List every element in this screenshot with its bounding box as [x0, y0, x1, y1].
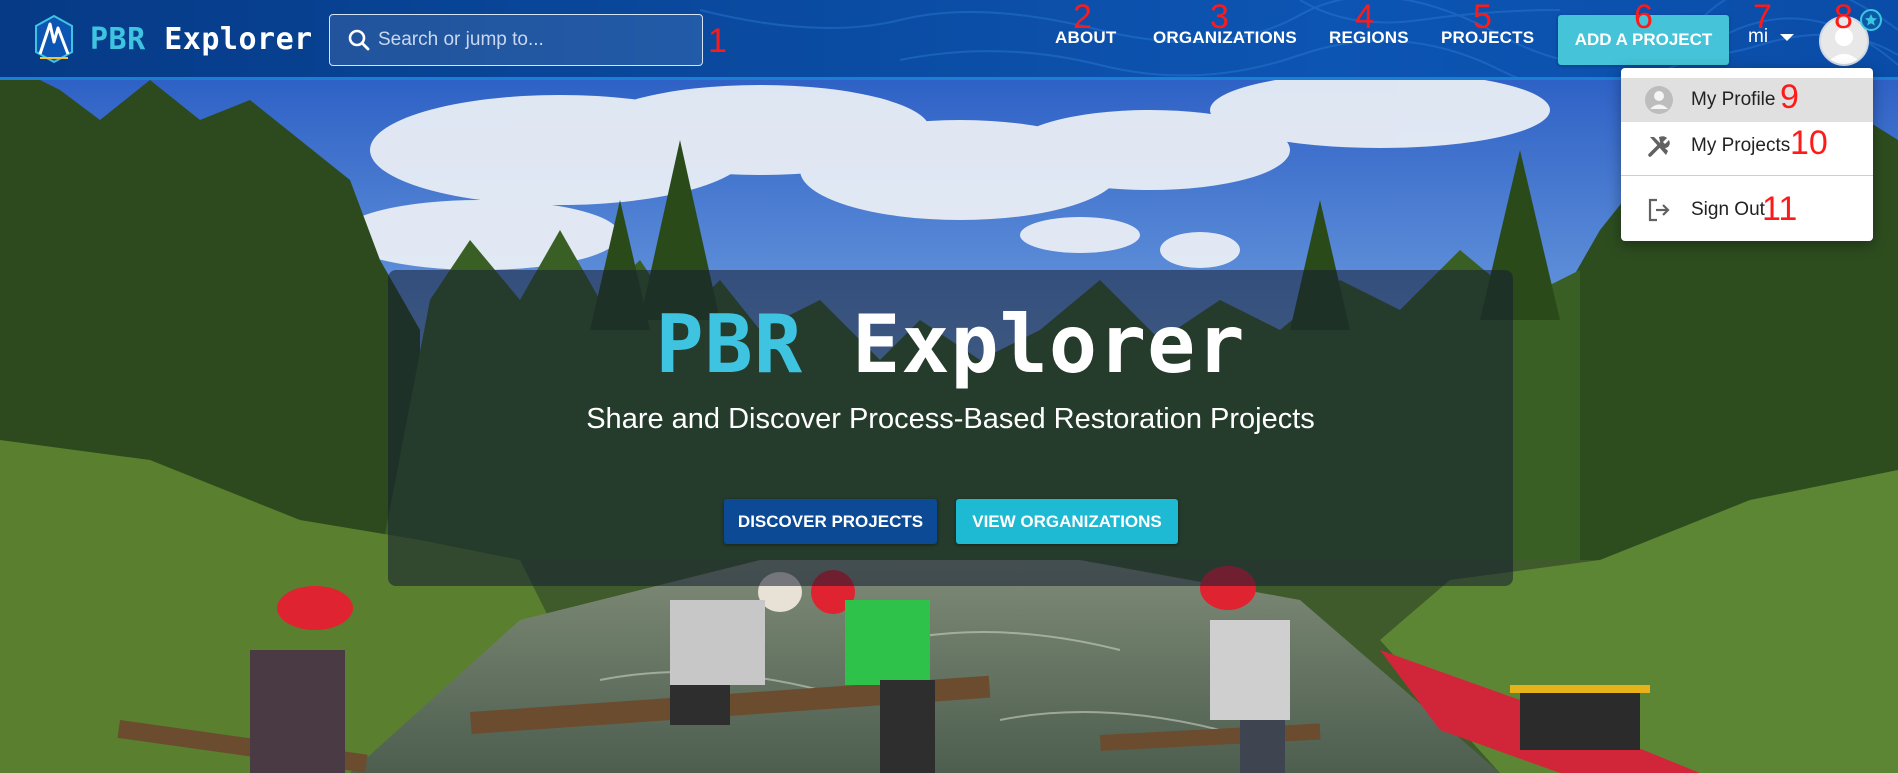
- marker-3: 3: [1210, 0, 1229, 36]
- menu-item-my-projects[interactable]: My Projects: [1621, 124, 1873, 168]
- logo[interactable]: PBR Explorer: [32, 14, 313, 64]
- logo-text: PBR Explorer: [90, 22, 313, 57]
- hero-subtitle: Share and Discover Process-Based Restora…: [586, 403, 1315, 435]
- user-dropdown-menu: My Profile My Projects Sign Out: [1621, 68, 1873, 241]
- logout-icon: [1643, 194, 1675, 226]
- star-badge-icon: [1860, 9, 1882, 31]
- logo-text-primary: PBR: [90, 21, 146, 57]
- menu-item-sign-out[interactable]: Sign Out: [1621, 188, 1873, 232]
- hero-title-primary: PBR: [655, 298, 803, 391]
- caret-down-icon: [1780, 33, 1795, 41]
- marker-9: 9: [1780, 78, 1799, 116]
- tools-icon: [1643, 130, 1675, 162]
- view-organizations-button[interactable]: VIEW ORGANIZATIONS: [956, 499, 1178, 544]
- top-navigation-bar: PBR Explorer ABOUT ORGANIZATIONS REGIONS…: [0, 0, 1898, 80]
- search-input[interactable]: [378, 29, 678, 51]
- menu-item-label: My Profile: [1691, 89, 1776, 110]
- logo-text-secondary: Explorer: [164, 21, 313, 57]
- marker-7: 7: [1753, 0, 1772, 36]
- marker-10: 10: [1790, 124, 1828, 162]
- menu-item-label: Sign Out: [1691, 199, 1765, 220]
- menu-item-label: My Projects: [1691, 135, 1791, 156]
- search-icon: [348, 29, 370, 51]
- hero-panel: PBR Explorer Share and Discover Process-…: [388, 270, 1513, 586]
- menu-item-my-profile[interactable]: My Profile: [1621, 78, 1873, 122]
- hero-title-secondary: Explorer: [852, 298, 1246, 391]
- marker-8: 8: [1834, 0, 1853, 36]
- search-box[interactable]: [329, 14, 703, 66]
- person-icon: [1643, 84, 1675, 116]
- menu-divider: [1621, 175, 1873, 176]
- discover-projects-button[interactable]: DISCOVER PROJECTS: [724, 499, 937, 544]
- marker-6: 6: [1634, 0, 1653, 36]
- hero-title: PBR Explorer: [388, 298, 1513, 391]
- marker-4: 4: [1355, 0, 1374, 36]
- marker-2: 2: [1073, 0, 1092, 36]
- logo-mark-icon: [35, 14, 73, 64]
- marker-5: 5: [1473, 0, 1492, 36]
- marker-1: 1: [708, 22, 727, 60]
- marker-11: 11: [1762, 190, 1798, 228]
